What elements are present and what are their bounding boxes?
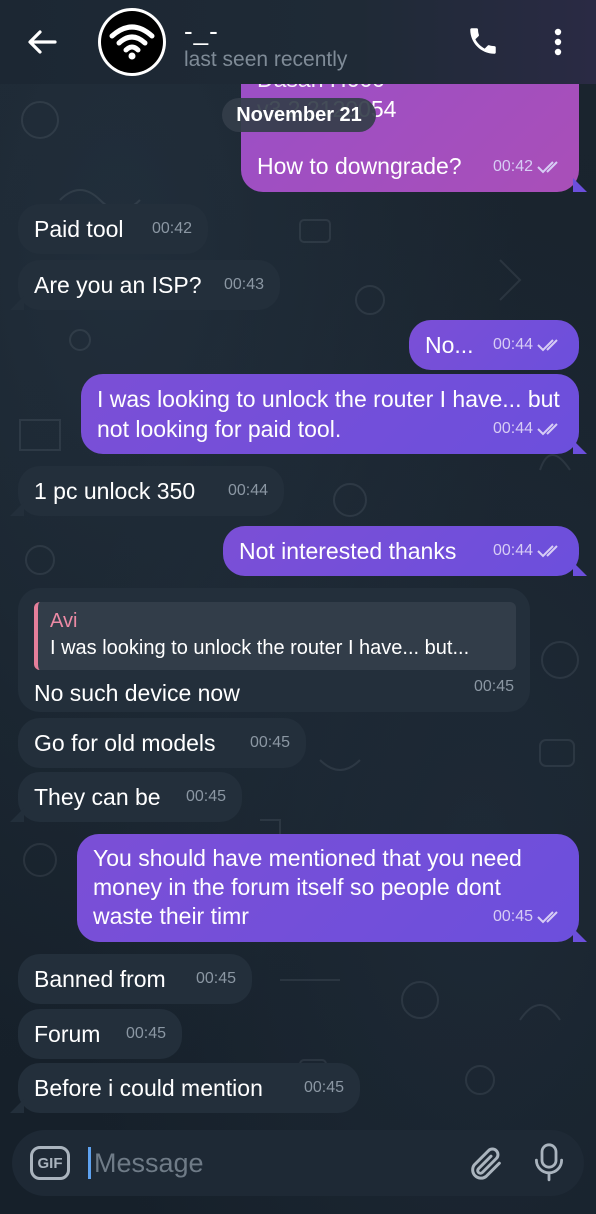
avatar[interactable] <box>98 8 166 76</box>
text-caret <box>88 1147 91 1179</box>
microphone-button[interactable] <box>532 1142 566 1184</box>
microphone-icon <box>535 1143 563 1182</box>
message-text: No... <box>425 332 474 358</box>
message-bubble-incoming[interactable]: 1 pc unlock 350 00:44 <box>10 466 284 516</box>
message-text: Forum <box>34 1021 101 1047</box>
message-bubble-outgoing[interactable]: You should have mentioned that you need … <box>77 834 587 942</box>
message-time: 00:45 <box>185 788 226 805</box>
more-vertical-icon <box>554 28 562 56</box>
message-bubble-incoming[interactable]: Banned from 00:45 <box>18 954 252 1004</box>
message-time: 00:43 <box>223 276 264 293</box>
message-text: Not interested thanks <box>239 538 457 564</box>
message-time: 00:45 <box>249 734 290 751</box>
double-check-icon <box>537 911 558 924</box>
message-bubble-incoming[interactable]: Go for old models 00:45 <box>18 718 306 768</box>
message-time: 00:44 <box>493 330 563 360</box>
date-separator: November 21 <box>222 98 376 132</box>
reply-author: Avi <box>50 610 78 632</box>
message-time: 00:45 <box>195 970 236 987</box>
message-time: 00:44 <box>493 536 563 566</box>
message-input[interactable] <box>94 1142 454 1184</box>
message-bubble-incoming[interactable]: Forum 00:45 <box>18 1009 182 1059</box>
message-time: 00:42 <box>151 220 192 237</box>
message-bubble-outgoing[interactable]: I was looking to unlock the router I hav… <box>81 374 587 454</box>
message-text: They can be <box>34 784 161 810</box>
chat-title[interactable]: -_- <box>184 16 219 47</box>
message-time: 00:42 <box>493 152 563 182</box>
more-options-button[interactable] <box>546 24 570 60</box>
message-text: No such device now <box>34 680 240 706</box>
gif-button[interactable]: GIF <box>30 1146 70 1180</box>
message-bubble-outgoing[interactable]: No... 00:44 <box>409 320 579 370</box>
chat-header: -_- last seen recently <box>0 0 596 84</box>
call-button[interactable] <box>466 24 502 60</box>
message-time: 00:44 <box>227 482 268 499</box>
message-time: 00:45 <box>303 1079 344 1096</box>
message-bubble-incoming[interactable]: Paid tool 00:42 <box>18 204 208 254</box>
paperclip-icon <box>471 1147 501 1180</box>
message-bubble-incoming[interactable]: Before i could mention 00:45 <box>10 1063 360 1113</box>
double-check-icon <box>537 161 558 174</box>
message-time: 00:45 <box>473 678 514 695</box>
phone-icon <box>470 28 496 54</box>
message-text: Are you an ISP? <box>34 272 202 298</box>
message-bubble-incoming[interactable]: Are you an ISP? 00:43 <box>10 260 280 310</box>
double-check-icon <box>537 339 558 352</box>
message-bubble-incoming[interactable]: They can be 00:45 <box>10 772 242 822</box>
double-check-icon <box>537 423 558 436</box>
double-check-icon <box>537 545 558 558</box>
message-time: 00:44 <box>493 414 563 444</box>
message-bubble-incoming[interactable]: Avi I was looking to unlock the router I… <box>18 588 530 712</box>
message-text: 1 pc unlock 350 <box>34 478 196 504</box>
back-button[interactable] <box>22 24 62 60</box>
reply-quote[interactable]: Avi I was looking to unlock the router I… <box>34 602 516 670</box>
message-bubble-outgoing[interactable]: Not interested thanks 00:44 <box>223 526 587 576</box>
arrow-left-icon <box>28 30 57 54</box>
message-text: Banned from <box>34 966 166 992</box>
wifi-icon <box>109 24 155 60</box>
last-seen-status: last seen recently <box>184 48 348 71</box>
attach-button[interactable] <box>466 1144 506 1184</box>
message-composer: GIF <box>12 1130 584 1196</box>
message-list[interactable]: Dasan H660 v3.2.2120054 How to downgrade… <box>0 0 596 1214</box>
message-text: Before i could mention <box>34 1075 263 1101</box>
message-text: Go for old models <box>34 730 216 756</box>
reply-text: I was looking to unlock the router I hav… <box>50 637 470 659</box>
message-text: How to downgrade? <box>257 153 462 179</box>
message-time: 00:45 <box>125 1025 166 1042</box>
message-time: 00:45 <box>493 902 563 932</box>
message-text: Paid tool <box>34 216 124 242</box>
